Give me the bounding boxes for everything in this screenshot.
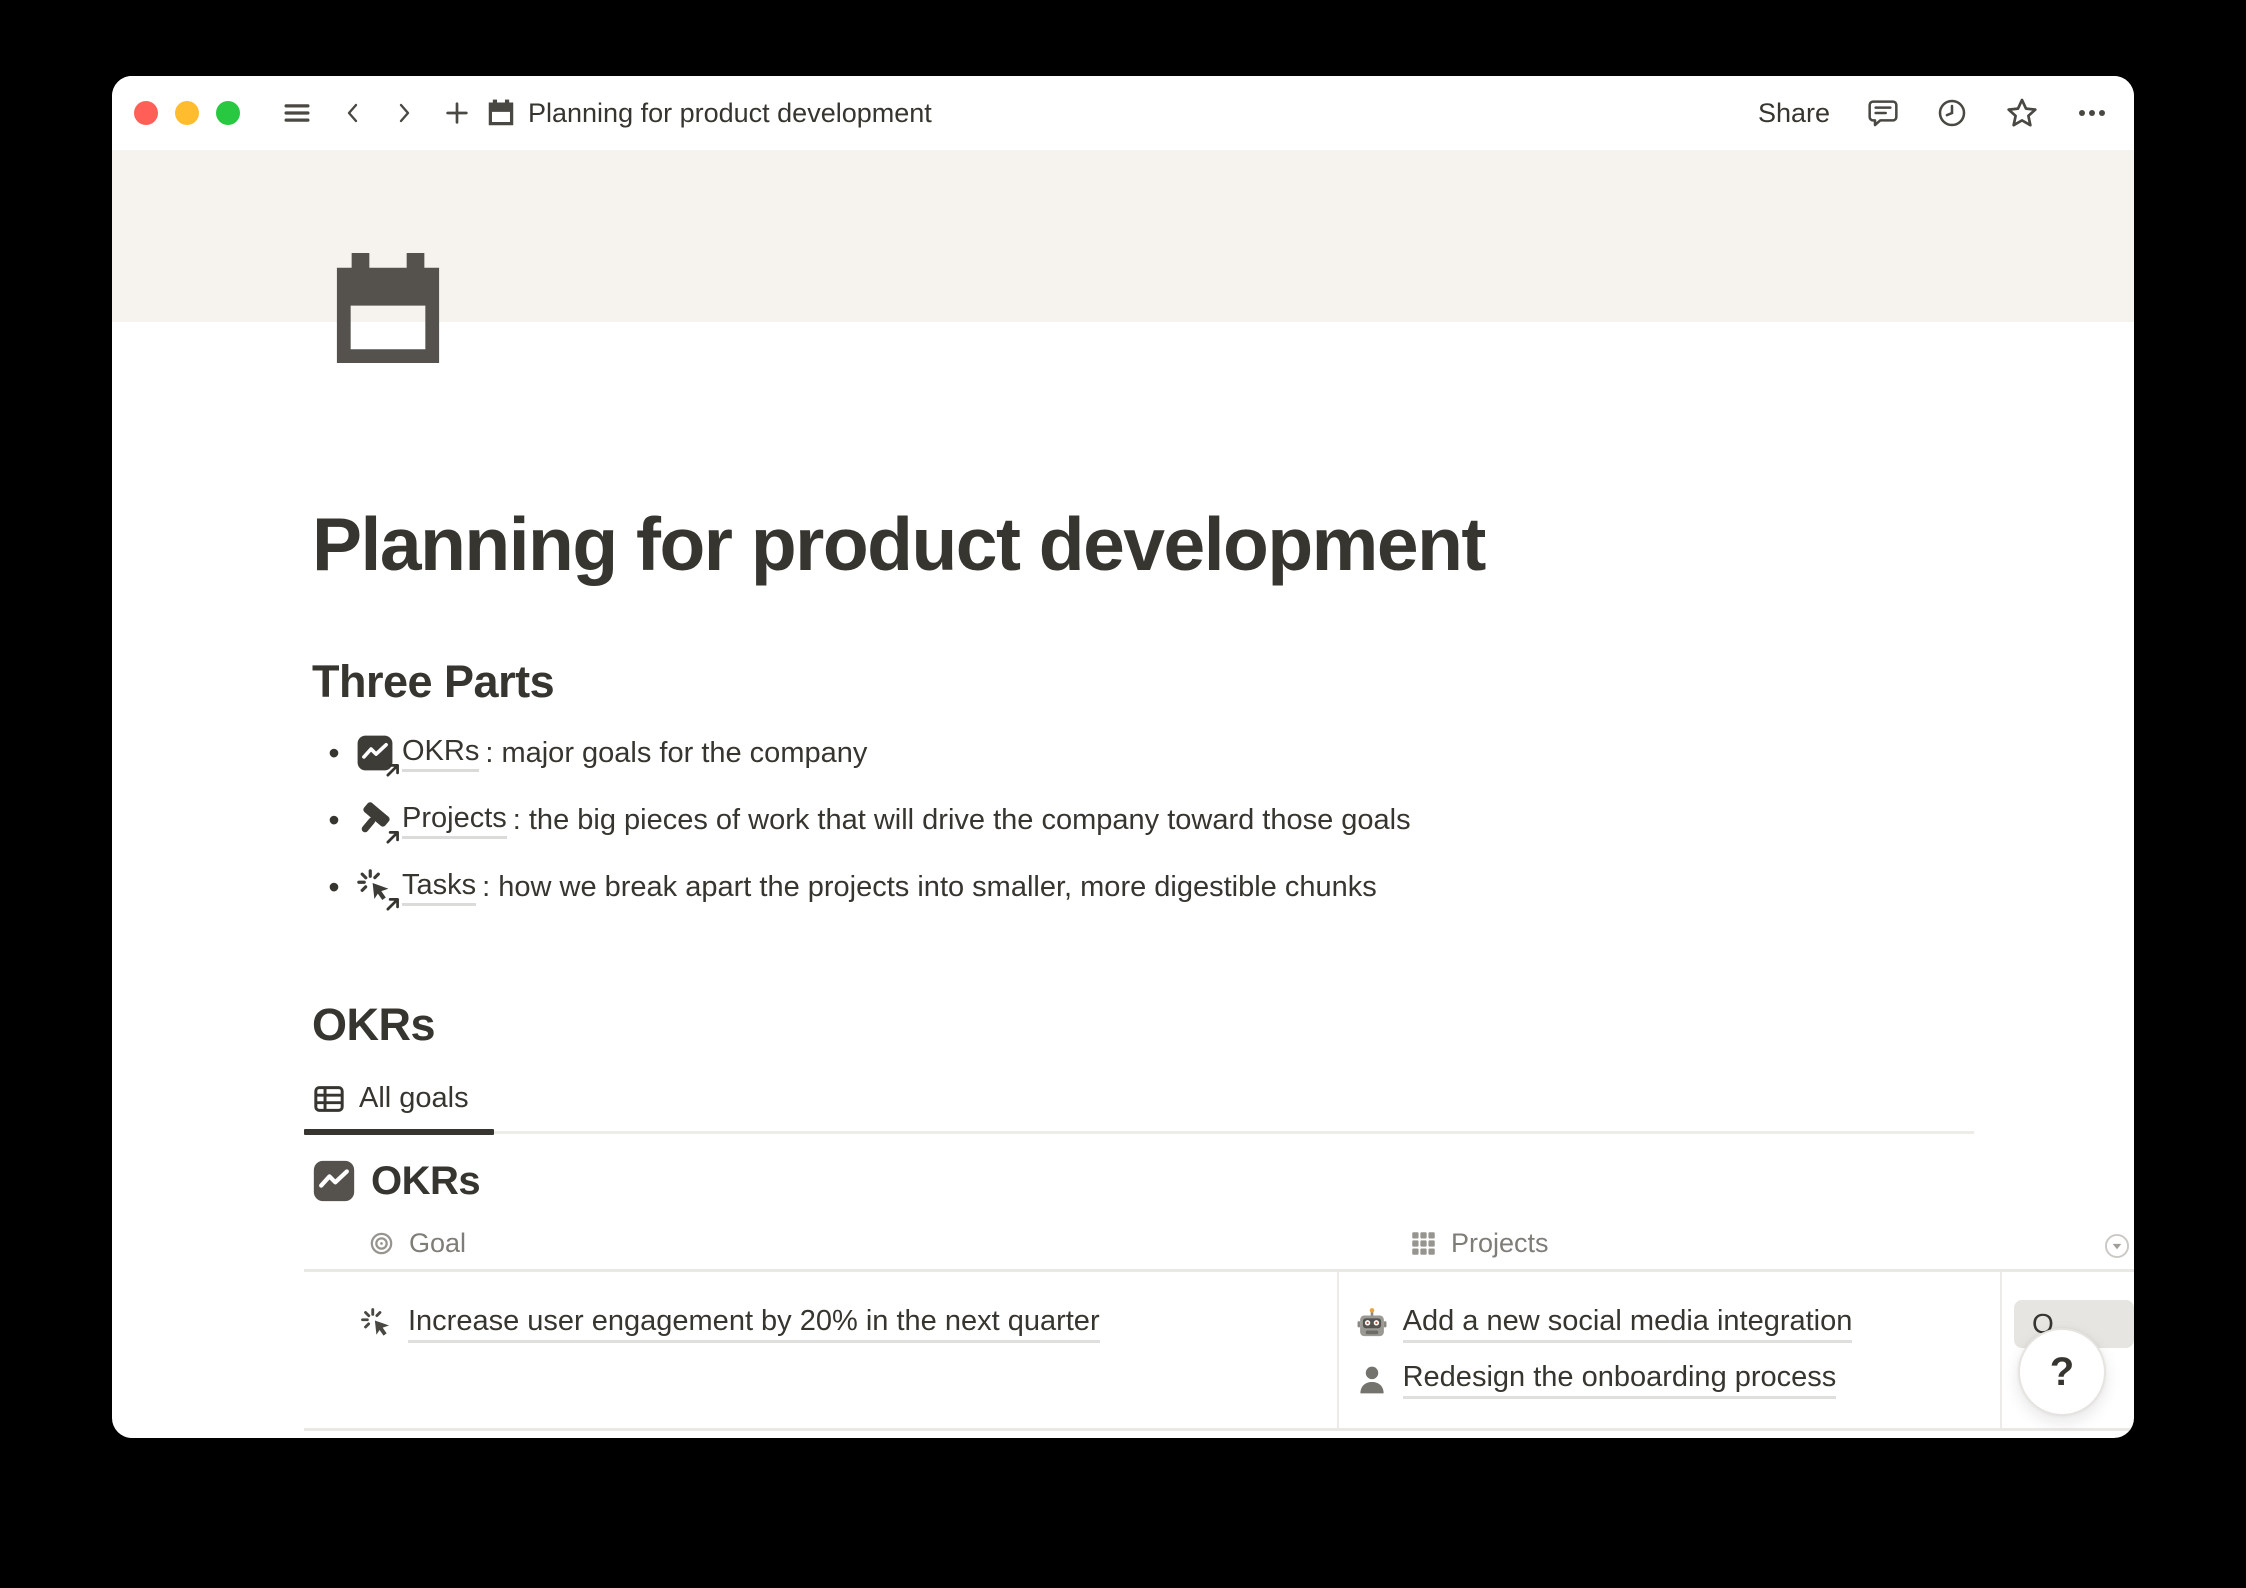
link-label[interactable]: Tasks bbox=[402, 869, 476, 906]
three-parts-list: • OKRs : major goals for the company • bbox=[312, 720, 2134, 921]
forward-button[interactable] bbox=[392, 96, 416, 130]
goal-link[interactable]: Increase user engagement by 20% in the n… bbox=[408, 1305, 1100, 1343]
tab-label: All goals bbox=[359, 1082, 469, 1115]
close-window-button[interactable] bbox=[134, 101, 158, 125]
heading-okrs: OKRs bbox=[312, 999, 2134, 1051]
link-arrow-icon bbox=[385, 762, 401, 778]
bullet-marker: • bbox=[312, 804, 356, 836]
zoom-window-button[interactable] bbox=[216, 101, 240, 125]
column-header-label: Projects bbox=[1451, 1228, 1549, 1259]
help-button[interactable]: ? bbox=[2018, 1328, 2106, 1416]
link-label[interactable]: Projects bbox=[402, 802, 507, 839]
page-calendar-icon bbox=[487, 99, 515, 127]
item-description: : the big pieces of work that will drive… bbox=[513, 804, 1411, 837]
tasks-page-link[interactable]: Tasks bbox=[356, 868, 476, 906]
chevron-down-circle-icon[interactable] bbox=[2104, 1233, 2130, 1259]
table-view-icon bbox=[312, 1082, 346, 1116]
item-description: : major goals for the company bbox=[485, 737, 867, 770]
new-page-button[interactable] bbox=[443, 99, 471, 127]
chart-icon bbox=[312, 1159, 356, 1203]
traffic-lights bbox=[134, 101, 240, 125]
hammer-link-icon bbox=[356, 801, 394, 839]
target-icon bbox=[368, 1230, 395, 1257]
column-header-goal[interactable]: Goal bbox=[304, 1228, 1394, 1259]
goal-cell[interactable]: Increase user engagement by 20% in the n… bbox=[304, 1272, 1339, 1428]
clock-icon[interactable] bbox=[1936, 97, 1968, 129]
titlebar: Planning for product development Share bbox=[112, 76, 2134, 150]
titlebar-page-title[interactable]: Planning for product development bbox=[528, 98, 932, 129]
table-header-row: Goal Projects bbox=[304, 1218, 2134, 1272]
table-row[interactable]: Increase user engagement by 20% in the n… bbox=[304, 1272, 2134, 1431]
back-button[interactable] bbox=[341, 96, 365, 130]
list-item: • Tasks : how we break apart the project… bbox=[312, 854, 2134, 921]
database-view-tabs: All goals bbox=[312, 1073, 2134, 1135]
click-icon bbox=[360, 1307, 394, 1341]
hamburger-icon[interactable] bbox=[280, 98, 314, 128]
page-icon-calendar[interactable] bbox=[329, 253, 447, 366]
minimize-window-button[interactable] bbox=[175, 101, 199, 125]
okrs-table: Goal Projects bbox=[304, 1218, 2134, 1431]
link-arrow-icon bbox=[385, 829, 401, 845]
relation-grid-icon bbox=[1410, 1230, 1437, 1257]
item-description: : how we break apart the projects into s… bbox=[482, 871, 1377, 904]
chart-link-icon bbox=[356, 734, 394, 772]
tab-all-goals[interactable]: All goals bbox=[312, 1073, 469, 1125]
bullet-marker: • bbox=[312, 871, 356, 903]
page-title: Planning for product development bbox=[312, 498, 2134, 592]
projects-page-link[interactable]: Projects bbox=[356, 801, 507, 839]
tabbar-divider bbox=[304, 1131, 1974, 1134]
person-icon bbox=[1355, 1363, 1389, 1397]
linked-database-title[interactable]: OKRs bbox=[312, 1159, 2134, 1204]
column-header-projects[interactable]: Projects bbox=[1394, 1228, 2094, 1259]
list-item: • OKRs : major goals for the company bbox=[312, 720, 2134, 787]
heading-three-parts: Three Parts bbox=[312, 656, 2134, 708]
notion-window: Planning for product development Share P… bbox=[112, 76, 2134, 1438]
database-title-label: OKRs bbox=[371, 1159, 480, 1204]
project-link[interactable]: Redesign the onboarding process bbox=[1403, 1361, 1837, 1399]
link-label[interactable]: OKRs bbox=[402, 735, 479, 772]
list-item: • Projects : the big pieces of work that… bbox=[312, 787, 2134, 854]
active-tab-underline bbox=[304, 1129, 494, 1135]
projects-cell[interactable]: Add a new social media integration Redes… bbox=[1339, 1272, 2002, 1428]
star-icon[interactable] bbox=[2005, 96, 2039, 130]
click-link-icon bbox=[356, 868, 394, 906]
project-link[interactable]: Add a new social media integration bbox=[1403, 1305, 1853, 1343]
link-arrow-icon bbox=[385, 896, 401, 912]
robot-icon bbox=[1355, 1307, 1389, 1341]
bullet-marker: • bbox=[312, 737, 356, 769]
column-header-label: Goal bbox=[409, 1228, 466, 1259]
comment-icon[interactable] bbox=[1867, 97, 1899, 129]
okrs-page-link[interactable]: OKRs bbox=[356, 734, 479, 772]
share-button[interactable]: Share bbox=[1758, 98, 1830, 129]
ellipsis-icon[interactable] bbox=[2076, 98, 2108, 128]
